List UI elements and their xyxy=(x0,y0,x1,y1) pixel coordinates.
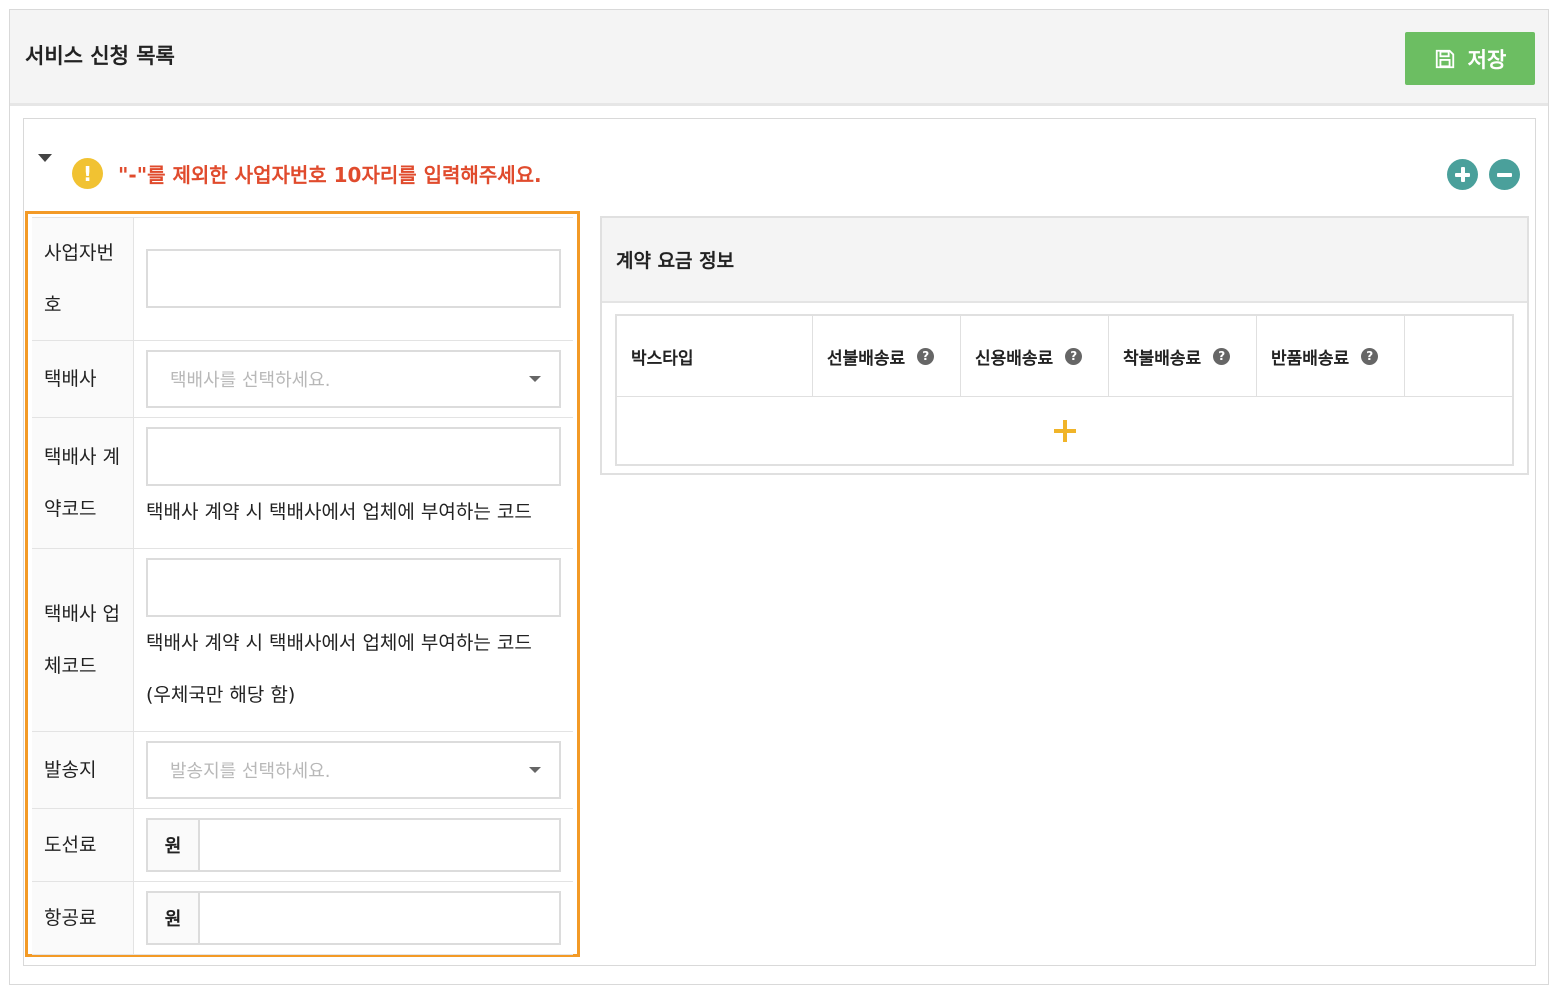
form-row-vendor-code: 택배사 업 체코드 택배사 계약 시 택배사에서 업체에 부여하는 코드 (우체국… xyxy=(32,549,573,732)
contract-fee-table: 박스타입 선불배송료 ? 신용배송료 ? 착불배송료 ? 반품배송료 ? xyxy=(615,314,1514,466)
air-fee-unit: 원 xyxy=(148,893,200,943)
form-row-origin: 발송지 발송지를 선택하세요. xyxy=(32,732,573,809)
page-title: 서비스 신청 목록 xyxy=(25,44,175,68)
minus-circle-icon xyxy=(1497,167,1512,182)
exclamation-icon: ! xyxy=(72,158,103,189)
header-bar: 서비스 신청 목록 저장 xyxy=(10,10,1548,106)
island-fee-unit: 원 xyxy=(148,820,200,870)
form-row-island-fee: 도선료 원 xyxy=(32,809,573,882)
collapse-triangle-icon[interactable] xyxy=(38,154,52,162)
add-section-button[interactable] xyxy=(1447,159,1478,190)
save-button-label: 저장 xyxy=(1467,47,1507,72)
main-container: 서비스 신청 목록 저장 ! "-"를 제외한 사업자번호 10자리를 입력해주… xyxy=(9,9,1549,985)
plus-circle-icon xyxy=(1455,167,1470,182)
floppy-disk-icon xyxy=(1435,49,1454,68)
column-prepaid-fee: 선불배송료 ? xyxy=(813,316,961,396)
contract-code-label: 택배사 계 약코드 xyxy=(32,418,134,548)
column-actions xyxy=(1405,316,1512,396)
courier-select[interactable]: 택배사를 선택하세요. xyxy=(146,350,561,408)
remove-section-button[interactable] xyxy=(1489,159,1520,190)
contract-code-input[interactable] xyxy=(146,427,561,486)
air-fee-input[interactable] xyxy=(200,893,559,943)
registration-form: 사업자번 호 택배사 택배사를 선택하세요. 택배사 계 약코드 택배사 계약 … xyxy=(25,211,580,957)
vendor-code-label: 택배사 업 체코드 xyxy=(32,549,134,731)
vendor-code-help-note: (우체국만 해당 함) xyxy=(146,684,296,706)
vendor-code-input[interactable] xyxy=(146,558,561,617)
air-fee-group: 원 xyxy=(146,891,561,945)
question-icon[interactable]: ? xyxy=(917,347,935,365)
island-fee-input[interactable] xyxy=(200,820,559,870)
form-row-courier: 택배사 택배사를 선택하세요. xyxy=(32,341,573,418)
origin-select-placeholder: 발송지를 선택하세요. xyxy=(170,761,331,782)
notice-message: "-"를 제외한 사업자번호 10자리를 입력해주세요. xyxy=(118,163,542,187)
contract-fee-panel: 계약 요금 정보 박스타입 선불배송료 ? 신용배송료 ? 착불배송료 ? 반품… xyxy=(600,216,1529,475)
column-cod-fee: 착불배송료 ? xyxy=(1109,316,1257,396)
business-no-label: 사업자번 호 xyxy=(32,218,134,340)
island-fee-label: 도선료 xyxy=(32,809,134,881)
courier-select-placeholder: 택배사를 선택하세요. xyxy=(170,370,331,391)
column-credit-fee: 신용배송료 ? xyxy=(961,316,1109,396)
fee-table-header: 박스타입 선불배송료 ? 신용배송료 ? 착불배송료 ? 반품배송료 ? xyxy=(617,316,1512,397)
form-table: 사업자번 호 택배사 택배사를 선택하세요. 택배사 계 약코드 택배사 계약 … xyxy=(32,217,573,955)
save-button[interactable]: 저장 xyxy=(1405,32,1535,85)
form-row-air-fee: 항공료 원 xyxy=(32,882,573,955)
contract-code-help: 택배사 계약 시 택배사에서 업체에 부여하는 코드 xyxy=(146,501,532,523)
courier-label: 택배사 xyxy=(32,341,134,417)
form-row-business-no: 사업자번 호 xyxy=(32,218,573,341)
question-icon[interactable]: ? xyxy=(1361,347,1379,365)
add-row-plus-icon[interactable] xyxy=(1053,419,1076,442)
fee-table-body xyxy=(617,397,1512,464)
question-icon[interactable]: ? xyxy=(1213,347,1231,365)
origin-label: 발송지 xyxy=(32,732,134,808)
contract-fee-title: 계약 요금 정보 xyxy=(602,218,1527,303)
caret-down-icon xyxy=(529,767,541,773)
service-panel: ! "-"를 제외한 사업자번호 10자리를 입력해주세요. 사업자번 호 택배… xyxy=(23,118,1536,966)
island-fee-group: 원 xyxy=(146,818,561,872)
air-fee-label: 항공료 xyxy=(32,882,134,954)
origin-select[interactable]: 발송지를 선택하세요. xyxy=(146,741,561,799)
form-row-contract-code: 택배사 계 약코드 택배사 계약 시 택배사에서 업체에 부여하는 코드 xyxy=(32,418,573,549)
caret-down-icon xyxy=(529,376,541,382)
business-no-input[interactable] xyxy=(146,249,561,308)
column-box-type: 박스타입 xyxy=(617,316,813,396)
column-return-fee: 반품배송료 ? xyxy=(1257,316,1405,396)
question-icon[interactable]: ? xyxy=(1065,347,1083,365)
vendor-code-help: 택배사 계약 시 택배사에서 업체에 부여하는 코드 xyxy=(146,632,532,654)
